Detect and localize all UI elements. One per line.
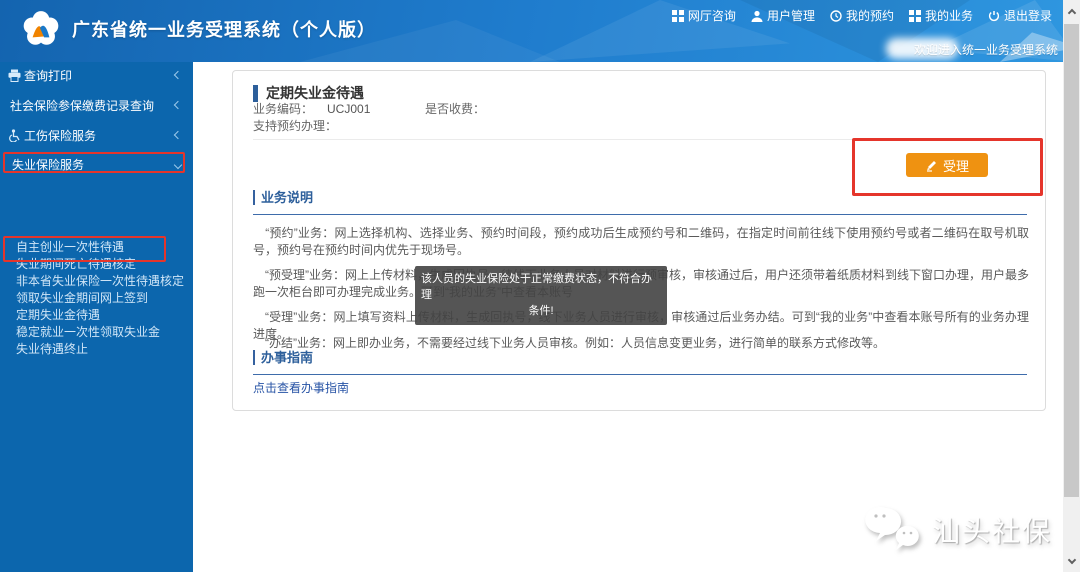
nav-label: 网厅咨询 (687, 9, 736, 23)
sidebar-item-work-injury-services[interactable]: 工伤保险服务 (0, 122, 193, 150)
sidebar-item-query-print[interactable]: 查询打印 (0, 62, 193, 90)
submenu-item-regular-unemployment-benefit[interactable]: 定期失业金待遇 (0, 307, 193, 324)
submenu-item-online-signin[interactable]: 领取失业金期间网上签到 (0, 290, 193, 307)
submenu-item-stable-employment-benefit[interactable]: 稳定就业一次性领取失业金 (0, 324, 193, 341)
nav-user-management[interactable]: 用户管理 (751, 7, 815, 24)
brand: 广东省统一业务受理系统（个人版） (20, 8, 376, 50)
nav-label: 退出登录 (1003, 9, 1052, 23)
submenu-item-non-province-benefit[interactable]: 非本省失业保险一次性待遇核定 (0, 273, 193, 290)
view-guide-link[interactable]: 点击查看办事指南 (253, 379, 349, 396)
scroll-down-button[interactable] (1063, 553, 1080, 570)
nav-label: 我的业务 (924, 9, 973, 23)
description-paragraph: “预约”业务：网上选择机构、选择业务、预约时间段，预约成功后生成预约号和二维码，… (253, 226, 1029, 257)
page-title: 定期失业金待遇 (266, 85, 364, 101)
title-accent-bar (253, 84, 258, 102)
submenu-item-benefit-termination[interactable]: 失业待遇终止 (0, 341, 193, 358)
grid-icon (671, 9, 684, 22)
nav-my-business[interactable]: 我的业务 (908, 7, 973, 24)
power-icon (988, 10, 1000, 21)
divider-line (253, 139, 1027, 140)
section-title: 办事指南 (253, 350, 314, 365)
sidebar-item-social-insurance-records[interactable]: 社会保险参保缴费记录查询 (0, 92, 193, 120)
chevron-down-icon (173, 160, 183, 170)
grid-icon (908, 9, 921, 22)
guide-section-header: 办事指南 (253, 347, 1027, 375)
watermark-text: 汕头社保 (931, 516, 1052, 547)
accept-button-label: 受理 (942, 158, 969, 174)
chevron-up-icon (1067, 8, 1076, 17)
nav-logout[interactable]: 退出登录 (988, 7, 1052, 24)
nav-my-appointments[interactable]: 我的预约 (830, 7, 894, 24)
submenu-item-death-benefit[interactable]: 失业期间死亡待遇核定 (0, 256, 193, 273)
business-code-label: 业务编码： (253, 102, 314, 116)
fee-label: 是否收费： (425, 102, 486, 116)
nav-hall-consult[interactable]: 网厅咨询 (671, 7, 736, 24)
pencil-icon (926, 160, 936, 172)
chevron-left-icon (173, 100, 183, 110)
vertical-scrollbar[interactable] (1063, 0, 1080, 572)
unemployment-submenu: 自主创业一次性待遇 失业期间死亡待遇核定 非本省失业保险一次性待遇核定 领取失业… (0, 239, 193, 358)
header-bar: 广东省统一业务受理系统（个人版） 网厅咨询 用户管理 我的预约 我的业务 退出登… (0, 0, 1080, 62)
scroll-up-button[interactable] (1063, 2, 1080, 19)
tooltip-text-line2: 条件! (528, 305, 554, 317)
nav-label: 用户管理 (766, 9, 815, 23)
business-fields: 业务编码： UCJ001 是否收费： 支持预约办理： (253, 101, 485, 135)
chevron-down-icon (1067, 555, 1076, 564)
wheelchair-icon (9, 129, 20, 142)
chat-bubbles-icon (865, 507, 919, 550)
app-logo-flower-icon (23, 11, 59, 45)
app-title: 广东省统一业务受理系统（个人版） (72, 20, 376, 40)
sidebar-item-label: 失业保险服务 (12, 158, 85, 172)
printer-icon (8, 69, 21, 82)
user-icon (751, 10, 763, 22)
chevron-left-icon (173, 130, 183, 140)
reservation-label: 支持预约办理： (253, 119, 338, 133)
clock-icon (830, 9, 842, 22)
sidebar-item-label: 社会保险参保缴费记录查询 (10, 99, 155, 113)
content-card: 定期失业金待遇 业务编码： UCJ001 是否收费： 支持预约办理： 受理 业务说明… (232, 70, 1046, 411)
sidebar-item-unemployment-insurance[interactable]: 失业保险服务 (0, 154, 193, 176)
accept-button[interactable]: 受理 (906, 153, 988, 177)
top-navigation: 网厅咨询 用户管理 我的预约 我的业务 退出登录 (671, 7, 1052, 24)
tooltip-text-line1: 该人员的失业保险处于正常缴费状态，不符合办理 (421, 273, 652, 301)
scrollbar-thumb[interactable] (1064, 24, 1079, 497)
business-code-value: UCJ001 (327, 102, 371, 116)
chevron-left-icon (173, 70, 183, 80)
sidebar-item-label: 查询打印 (24, 69, 73, 83)
ineligible-tooltip: 该人员的失业保险处于正常缴费状态，不符合办理 条件! (415, 266, 667, 325)
business-description-header: 业务说明 (253, 187, 1027, 215)
watermark: 汕头社保 (864, 504, 1052, 556)
sidebar-item-label: 工伤保险服务 (24, 129, 97, 143)
nav-label: 我的预约 (845, 9, 894, 23)
section-title: 业务说明 (253, 190, 314, 205)
submenu-item-self-employment-benefit[interactable]: 自主创业一次性待遇 (0, 239, 193, 256)
sidebar: 查询打印 社会保险参保缴费记录查询 工伤保险服务 失业保险服务 自主创业一次性待… (0, 62, 193, 572)
page-title-row: 定期失业金待遇 (253, 83, 364, 103)
app-window: 广东省统一业务受理系统（个人版） 网厅咨询 用户管理 我的预约 我的业务 退出登… (0, 0, 1080, 572)
welcome-message: 欢迎进入统一业务受理系统 (913, 43, 1058, 57)
